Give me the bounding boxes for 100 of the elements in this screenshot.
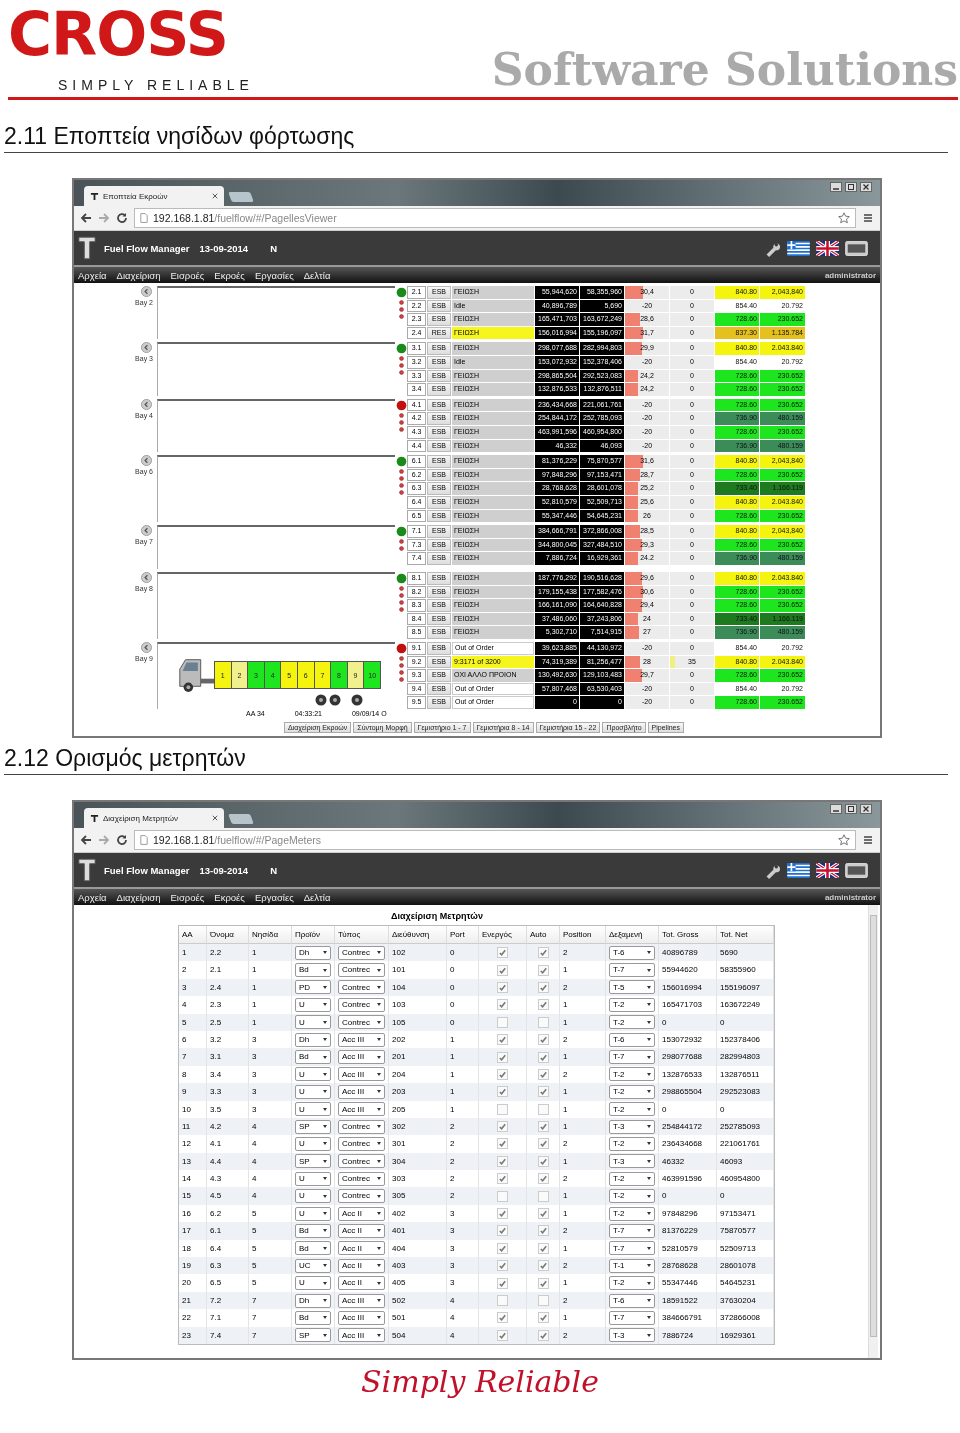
tank-dropdown[interactable]: T-6 [609,1032,655,1047]
card-icon[interactable] [845,240,868,256]
product-dropdown[interactable]: PD [295,980,331,995]
checkbox[interactable] [497,1225,508,1237]
tank-dropdown[interactable]: T-2 [609,1171,655,1186]
checkbox[interactable] [497,1016,508,1028]
tank-dropdown[interactable]: T-7 [609,1050,655,1065]
menu-item[interactable]: Δελτία [303,891,331,903]
arrow-left-icon[interactable] [141,398,152,410]
checkbox[interactable] [537,1329,549,1341]
product-dropdown[interactable]: U [295,1015,331,1030]
type-dropdown[interactable]: Acc III [338,1067,385,1082]
tank-dropdown[interactable]: T-2 [609,1276,655,1291]
column-header[interactable]: Tot. Gross [659,926,717,944]
checkbox[interactable] [497,1138,508,1150]
product-dropdown[interactable]: U [295,1206,331,1221]
close-icon[interactable] [860,182,872,192]
checkbox[interactable] [537,981,549,993]
tank-dropdown[interactable]: T-7 [609,1241,655,1256]
checkbox[interactable] [537,1225,549,1237]
column-header[interactable]: Auto [527,926,560,944]
checkbox[interactable] [537,1173,549,1185]
checkbox[interactable] [497,947,508,959]
checkbox[interactable] [537,1051,549,1063]
tank-dropdown[interactable]: T-2 [609,1137,655,1151]
tank-dropdown[interactable]: T-2 [609,1189,655,1204]
checkbox[interactable] [497,1312,508,1324]
product-dropdown[interactable]: Dh [295,945,331,960]
arrow-left-icon[interactable] [141,525,152,537]
minimize-icon[interactable] [830,182,842,192]
back-icon[interactable] [80,834,92,846]
tank-dropdown[interactable]: T-3 [609,1328,655,1343]
checkbox[interactable] [497,1034,508,1046]
type-dropdown[interactable]: Contrec [338,945,385,960]
checkbox[interactable] [497,964,508,976]
column-header[interactable]: Δεξαμενή [606,926,659,944]
product-dropdown[interactable]: U [295,1102,331,1117]
column-header[interactable]: Διεύθυνση [389,926,447,944]
product-dropdown[interactable]: Bd [295,1310,331,1325]
product-dropdown[interactable]: Dh [295,1032,331,1047]
type-dropdown[interactable]: Contrec [338,997,385,1012]
checkbox[interactable] [537,1034,549,1046]
product-dropdown[interactable]: SP [295,1119,331,1134]
checkbox[interactable] [497,1173,508,1185]
type-dropdown[interactable]: Acc III [338,1328,385,1343]
arrow-left-icon[interactable] [141,342,152,354]
menu-icon[interactable] [862,834,874,846]
tank-dropdown[interactable]: T-1 [609,1258,655,1273]
menu-icon[interactable] [862,212,874,224]
tank-dropdown[interactable]: T-2 [609,1015,655,1030]
greek-flag-icon[interactable] [787,240,810,256]
checkbox[interactable] [537,1312,549,1324]
product-dropdown[interactable]: U [295,1276,331,1291]
tank-dropdown[interactable]: T-7 [609,1223,655,1238]
browser-tab[interactable]: Διαχείριση Μετρητών [84,808,224,828]
reload-icon[interactable] [116,834,128,846]
star-icon[interactable] [838,212,850,224]
checkbox[interactable] [537,999,549,1011]
new-tab-button[interactable] [228,814,254,824]
new-tab-button[interactable] [228,192,254,202]
close-icon[interactable] [212,193,218,199]
tank-dropdown[interactable]: T-7 [609,963,655,978]
type-dropdown[interactable]: Contrec [338,1119,385,1134]
type-dropdown[interactable]: Contrec [338,1189,385,1204]
column-header[interactable]: Position [560,926,606,944]
card-icon[interactable] [845,862,868,878]
checkbox[interactable] [537,1295,549,1306]
uk-flag-icon[interactable] [816,240,839,256]
tank-dropdown[interactable]: T-5 [609,980,655,995]
checkbox[interactable] [537,1138,549,1150]
tank-dropdown[interactable]: T-2 [609,1102,655,1117]
menu-item[interactable]: Δελτία [303,269,331,281]
checkbox[interactable] [497,1208,508,1220]
checkbox[interactable] [497,1103,508,1115]
address-bar[interactable]: 192.168.1.81/fuelflow/#/PageMeters [134,830,856,850]
column-header[interactable]: Προϊόν [292,926,335,944]
product-dropdown[interactable]: Bd [295,1050,331,1065]
product-dropdown[interactable]: U [295,1171,331,1186]
product-dropdown[interactable]: SP [295,1328,331,1343]
menu-item[interactable]: Αρχεία [78,269,107,281]
checkbox[interactable] [537,1121,549,1133]
column-header[interactable]: Ενεργός [479,926,527,944]
type-dropdown[interactable]: Acc II [338,1258,385,1273]
checkbox[interactable] [497,1051,508,1063]
product-dropdown[interactable]: U [295,1084,331,1099]
arrow-left-icon[interactable] [141,455,152,467]
type-dropdown[interactable]: Acc III [338,1050,385,1065]
tank-dropdown[interactable]: T-2 [609,1206,655,1221]
scrollbar[interactable] [868,905,878,1358]
column-header[interactable]: Όνομα [207,926,249,944]
greek-flag-icon[interactable] [787,862,810,878]
type-dropdown[interactable]: Contrec [338,980,385,995]
checkbox[interactable] [497,1260,508,1272]
menu-item[interactable]: Εργασίες [254,269,294,281]
menu-item[interactable]: Εισροές [170,269,205,281]
checkbox[interactable] [537,1242,549,1254]
type-dropdown[interactable]: Contrec [338,1137,385,1151]
product-dropdown[interactable]: Dh [295,1293,331,1308]
back-icon[interactable] [80,212,92,224]
browser-tab[interactable]: Εποπτεία Εκροών [84,186,224,206]
